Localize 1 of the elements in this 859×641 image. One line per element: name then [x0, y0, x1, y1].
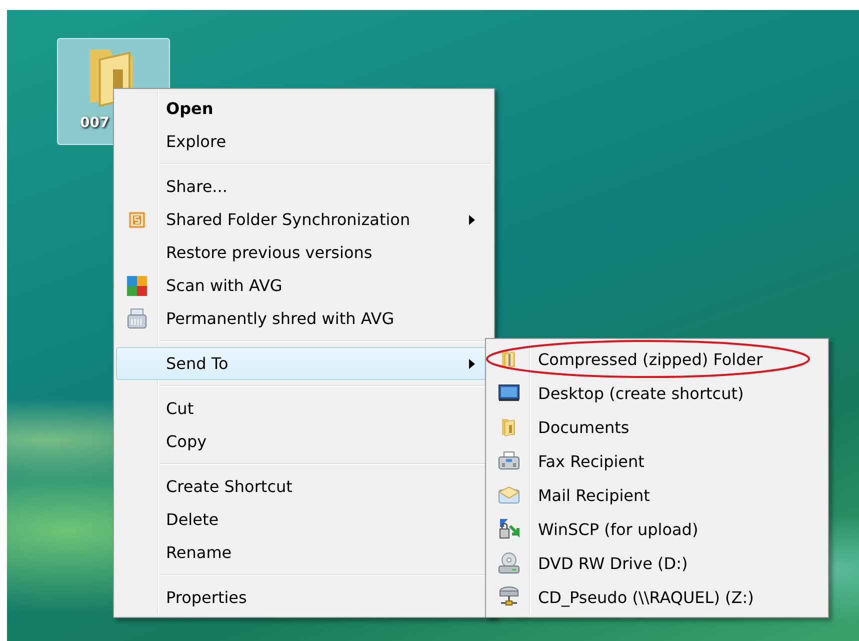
folder-label: 007 [80, 115, 110, 131]
